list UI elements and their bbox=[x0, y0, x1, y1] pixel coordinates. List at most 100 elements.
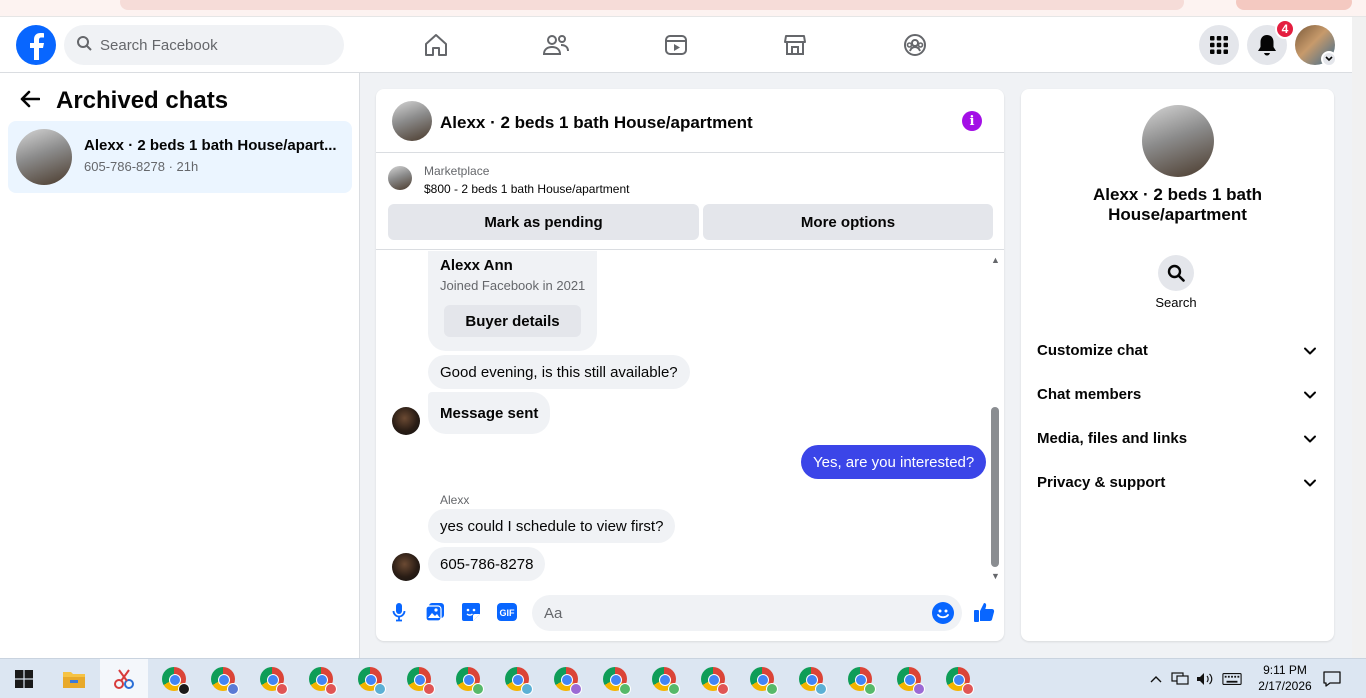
sticker-icon[interactable] bbox=[460, 601, 482, 623]
message-input[interactable] bbox=[532, 595, 962, 631]
message-thread: Alexx Ann Joined Facebook in 2021 Buyer … bbox=[376, 251, 1004, 583]
system-clock[interactable]: 9:11 PM 2/17/2026 bbox=[1250, 662, 1320, 694]
photo-icon[interactable] bbox=[424, 601, 446, 623]
more-options-button[interactable]: More options bbox=[703, 204, 993, 240]
groups-icon[interactable] bbox=[901, 31, 929, 59]
windows-start-icon[interactable] bbox=[10, 665, 38, 693]
chrome-window-icon[interactable] bbox=[601, 665, 631, 695]
notifications-button[interactable]: 4 bbox=[1247, 19, 1295, 65]
scroll-up-icon[interactable]: ▲ bbox=[991, 255, 1000, 265]
keyboard-icon[interactable] bbox=[1222, 669, 1242, 689]
sender-avatar[interactable] bbox=[392, 553, 420, 581]
section-label: Customize chat bbox=[1037, 342, 1148, 359]
message-composer: GIF bbox=[376, 591, 1004, 635]
clock-time: 9:11 PM bbox=[1263, 663, 1307, 677]
chrome-window-icon[interactable] bbox=[356, 665, 386, 695]
sidebar-header: Archived chats bbox=[20, 87, 228, 115]
marketplace-label: Marketplace bbox=[424, 164, 490, 178]
chrome-window-icon[interactable] bbox=[160, 665, 190, 695]
outgoing-message-bubble[interactable]: Yes, are you interested? bbox=[801, 445, 987, 479]
media-files-links-section[interactable]: Media, files and links bbox=[1029, 419, 1326, 459]
search-bar[interactable] bbox=[64, 25, 344, 65]
chrome-window-icon[interactable] bbox=[944, 665, 974, 695]
windows-taskbar: 9:11 PM 2/17/2026 bbox=[0, 658, 1366, 698]
message-bubble[interactable]: Message sent bbox=[428, 392, 551, 434]
clock-date: 2/17/2026 bbox=[1258, 679, 1312, 693]
chrome-window-icon[interactable] bbox=[209, 665, 239, 695]
chat-list-item[interactable]: Alexx · 2 beds 1 bath House/apart... 605… bbox=[8, 121, 352, 193]
message-bubble[interactable]: Good evening, is this still available? bbox=[428, 355, 690, 389]
buyer-joined-date: Joined Facebook in 2021 bbox=[440, 278, 586, 293]
menu-grid-button[interactable] bbox=[1199, 25, 1239, 65]
chrome-window-icon[interactable] bbox=[405, 665, 435, 695]
privacy-support-section[interactable]: Privacy & support bbox=[1029, 463, 1326, 503]
search-in-conversation-button[interactable] bbox=[1158, 255, 1194, 291]
message-bubble[interactable]: yes could I schedule to view first? bbox=[428, 509, 676, 543]
listing-thumbnail bbox=[388, 166, 412, 190]
grid-icon bbox=[1210, 36, 1228, 54]
mark-as-pending-button[interactable]: Mark as pending bbox=[388, 204, 699, 240]
back-arrow-icon[interactable] bbox=[20, 90, 41, 113]
chrome-window-icon[interactable] bbox=[258, 665, 288, 695]
listing-title[interactable]: $800 - 2 beds 1 bath House/apartment bbox=[424, 182, 629, 196]
friends-icon[interactable] bbox=[542, 31, 570, 59]
chrome-window-icon[interactable] bbox=[552, 665, 582, 695]
gif-label: GIF bbox=[500, 608, 516, 618]
watch-icon[interactable] bbox=[662, 31, 690, 59]
section-label: Media, files and links bbox=[1037, 430, 1188, 447]
message-sender-name: Alexx bbox=[440, 493, 470, 507]
buyer-info-card: Alexx Ann Joined Facebook in 2021 Buyer … bbox=[428, 251, 597, 351]
search-input[interactable] bbox=[100, 36, 320, 54]
chrome-window-icon[interactable] bbox=[797, 665, 827, 695]
mic-icon[interactable] bbox=[388, 601, 410, 623]
chrome-window-icon[interactable] bbox=[650, 665, 680, 695]
show-hidden-icons-chevron-up-icon[interactable] bbox=[1146, 669, 1166, 689]
conversation-title[interactable]: Alexx · 2 beds 1 bath House/apartment bbox=[440, 113, 753, 133]
info-icon[interactable]: i bbox=[962, 111, 982, 131]
section-label: Privacy & support bbox=[1037, 474, 1166, 491]
customize-chat-section[interactable]: Customize chat bbox=[1029, 331, 1326, 371]
messages-scrollbar[interactable]: ▲ ▼ bbox=[988, 255, 1002, 581]
file-explorer-icon[interactable] bbox=[60, 665, 88, 693]
message-bubble[interactable]: 605-786-8278 bbox=[428, 547, 546, 581]
scrollbar-thumb[interactable] bbox=[991, 407, 999, 567]
chrome-window-icon[interactable] bbox=[846, 665, 876, 695]
chrome-window-icon[interactable] bbox=[748, 665, 778, 695]
browser-address-bar[interactable] bbox=[120, 0, 1184, 10]
notification-center-icon[interactable] bbox=[1322, 669, 1342, 689]
chrome-window-icon[interactable] bbox=[454, 665, 484, 695]
buyer-details-button[interactable]: Buyer details bbox=[444, 305, 581, 337]
chat-name: Alexx · 2 beds 1 bath House/apart... bbox=[84, 137, 337, 154]
chevron-down-icon bbox=[1304, 479, 1316, 487]
notification-badge: 4 bbox=[1275, 19, 1295, 39]
chrome-window-icon[interactable] bbox=[307, 665, 337, 695]
chevron-down-icon bbox=[1304, 347, 1316, 355]
volume-icon[interactable] bbox=[1195, 669, 1215, 689]
chrome-window-icon[interactable] bbox=[503, 665, 533, 695]
conversation-header: Alexx · 2 beds 1 bath House/apartment i bbox=[376, 89, 1004, 153]
listing-photo[interactable] bbox=[1142, 105, 1214, 177]
conversation-panel: Alexx · 2 beds 1 bath House/apartment i … bbox=[376, 89, 1004, 641]
scroll-down-icon[interactable]: ▼ bbox=[991, 571, 1000, 581]
network-icon[interactable] bbox=[1170, 669, 1190, 689]
marketplace-listing-banner: Marketplace $800 - 2 beds 1 bath House/a… bbox=[376, 154, 1004, 250]
browser-profile-pill[interactable] bbox=[1236, 0, 1352, 10]
snipping-tool-icon[interactable] bbox=[110, 665, 138, 693]
browser-tab-strip bbox=[0, 0, 1366, 17]
chevron-down-icon[interactable] bbox=[1321, 51, 1337, 67]
home-icon[interactable] bbox=[422, 31, 450, 59]
chats-sidebar: Archived chats Alexx · 2 beds 1 bath Hou… bbox=[0, 73, 360, 658]
chrome-window-icon[interactable] bbox=[699, 665, 729, 695]
conversation-avatar[interactable] bbox=[392, 101, 432, 141]
gif-icon[interactable]: GIF bbox=[496, 601, 518, 623]
chat-members-section[interactable]: Chat members bbox=[1029, 375, 1326, 415]
bell-icon bbox=[1258, 35, 1276, 56]
emoji-icon[interactable] bbox=[932, 602, 954, 624]
marketplace-icon[interactable] bbox=[781, 31, 809, 59]
thumbs-up-icon[interactable] bbox=[972, 600, 996, 624]
sender-avatar[interactable] bbox=[392, 407, 420, 435]
top-navigation-bar: 4 bbox=[0, 17, 1352, 73]
chrome-window-icon[interactable] bbox=[895, 665, 925, 695]
facebook-logo-icon[interactable] bbox=[16, 25, 56, 65]
page-scrollbar[interactable] bbox=[1352, 17, 1366, 658]
